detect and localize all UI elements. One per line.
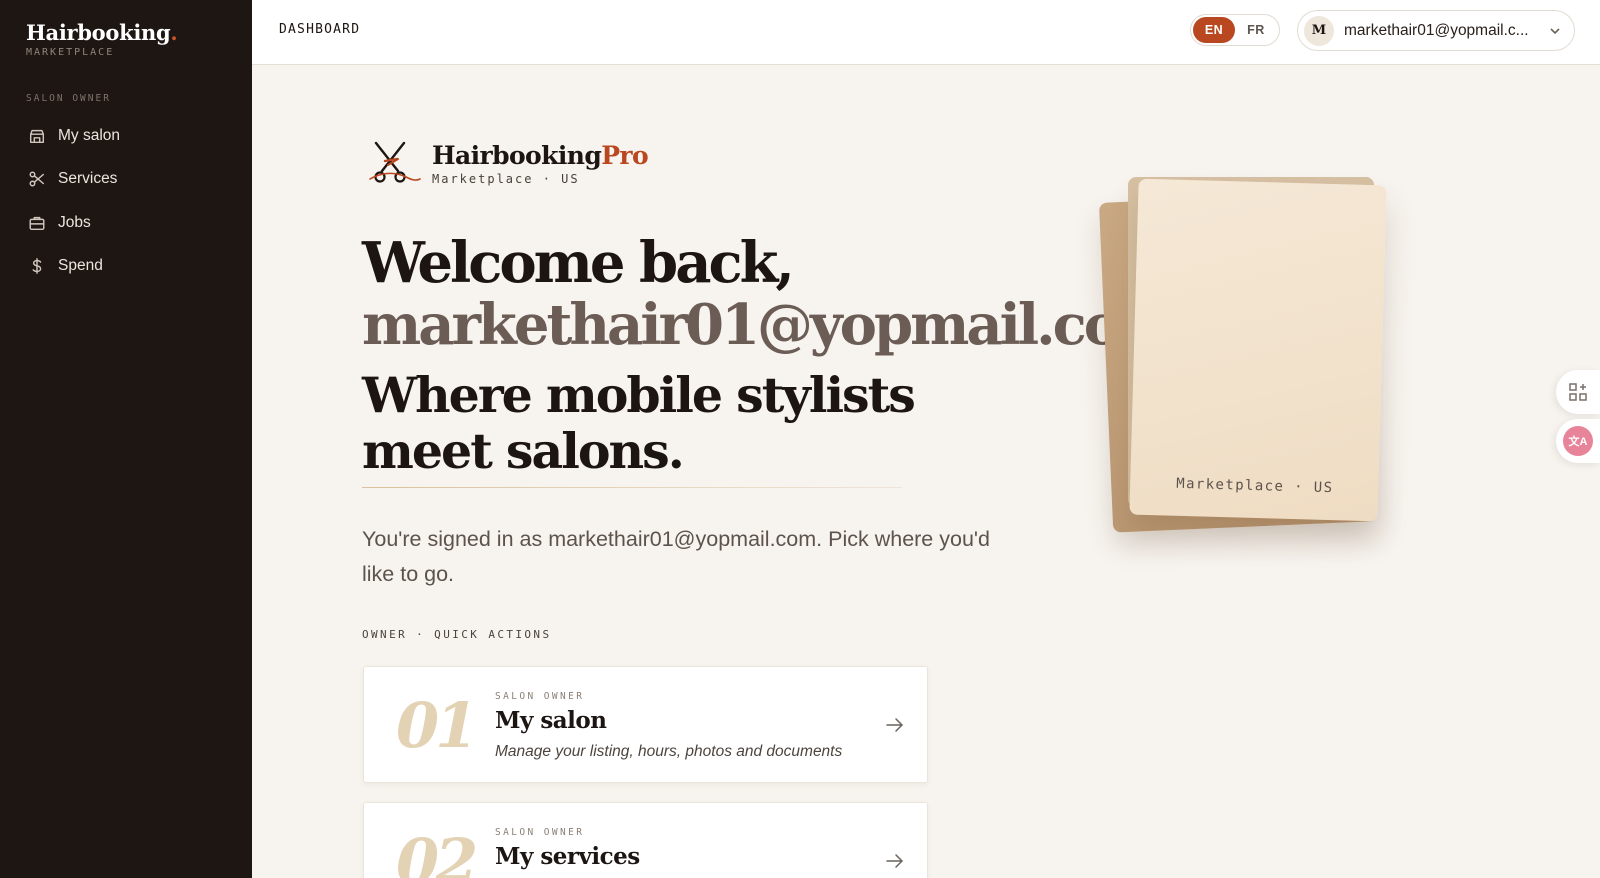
paper-sheet-front: Marketplace · US — [1129, 178, 1387, 522]
quick-action-card-my-services[interactable]: 02 SALON OWNER My services — [363, 802, 928, 878]
brand-logo[interactable]: Hairbooking. MARKETPLACE — [26, 20, 178, 58]
quick-action-card-my-salon[interactable]: 01 SALON OWNER My salon Manage your list… — [363, 666, 928, 783]
account-email: markethair01@yopmail.c... — [1344, 21, 1529, 39]
card-title: My salon — [495, 707, 607, 734]
card-eyebrow: SALON OWNER — [495, 827, 585, 838]
sidebar-item-spend[interactable]: Spend — [18, 245, 234, 289]
paper-stack-illustration: Marketplace · US — [1098, 170, 1420, 550]
hero-logo: HairbookingPro Marketplace · US — [368, 139, 649, 189]
nav-section-label: SALON OWNER — [26, 93, 111, 104]
language-switcher: EN FR — [1190, 14, 1280, 46]
scissors-icon — [29, 171, 45, 187]
account-menu[interactable]: M markethair01@yopmail.c... — [1297, 10, 1575, 51]
signed-in-lead: You're signed in as markethair01@yopmail… — [362, 527, 990, 586]
translate-icon: 文A — [1563, 426, 1593, 456]
welcome-line: Welcome back, — [362, 230, 795, 296]
scissors-logo-icon — [369, 141, 421, 183]
grid-add-icon — [1569, 383, 1587, 401]
logo-subtitle: Marketplace · US — [432, 172, 580, 186]
sidebar: Hairbooking. MARKETPLACE SALON OWNER My … — [0, 0, 252, 878]
welcome-heading: Welcome back, markethair01@yopmail.com — [362, 230, 1177, 358]
top-header: DASHBOARD EN FR M markethair01@yopmail.c… — [252, 0, 1600, 65]
welcome-email: markethair01@yopmail.com — [362, 292, 1177, 358]
brand-dot: . — [170, 20, 178, 45]
card-description: Manage your listing, hours, photos and d… — [495, 743, 843, 760]
sidebar-item-services[interactable]: Services — [18, 158, 234, 202]
sidebar-item-my-salon[interactable]: My salon — [18, 114, 234, 158]
sidebar-item-jobs[interactable]: Jobs — [18, 201, 234, 245]
language-fr-button[interactable]: FR — [1235, 17, 1277, 43]
sidebar-item-label: My salon — [58, 126, 121, 144]
sidebar-item-label: Spend — [58, 257, 103, 275]
card-title: My services — [495, 843, 640, 870]
card-number: 02 — [396, 825, 478, 878]
language-en-button[interactable]: EN — [1193, 17, 1235, 43]
dollar-icon — [32, 258, 42, 275]
floating-apps-button[interactable] — [1556, 370, 1600, 414]
quick-actions-label: OWNER · QUICK ACTIONS — [362, 628, 552, 641]
brand-name: Hairbooking — [26, 20, 171, 45]
chevron-down-icon — [1550, 27, 1560, 34]
arrow-right-icon — [886, 718, 903, 732]
brand-subtitle: MARKETPLACE — [26, 47, 115, 58]
page-title: DASHBOARD — [279, 22, 361, 37]
divider — [362, 487, 902, 488]
floating-translate-button[interactable]: 文A — [1556, 419, 1600, 463]
illustration-label: Marketplace · US — [1176, 475, 1334, 497]
arrow-right-icon — [886, 854, 903, 868]
sidebar-item-label: Services — [58, 170, 118, 188]
logo-pro: Pro — [601, 141, 649, 170]
avatar: M — [1304, 15, 1334, 46]
logo-name: Hairbooking — [432, 141, 602, 170]
tagline-heading: Where mobile stylists meet salons. — [362, 366, 916, 480]
sidebar-nav: My salon Services Jobs Spend — [18, 114, 234, 288]
card-number: 01 — [396, 689, 478, 762]
store-icon — [29, 129, 45, 143]
briefcase-icon — [29, 216, 45, 230]
sidebar-item-label: Jobs — [58, 213, 91, 231]
card-eyebrow: SALON OWNER — [495, 691, 585, 702]
